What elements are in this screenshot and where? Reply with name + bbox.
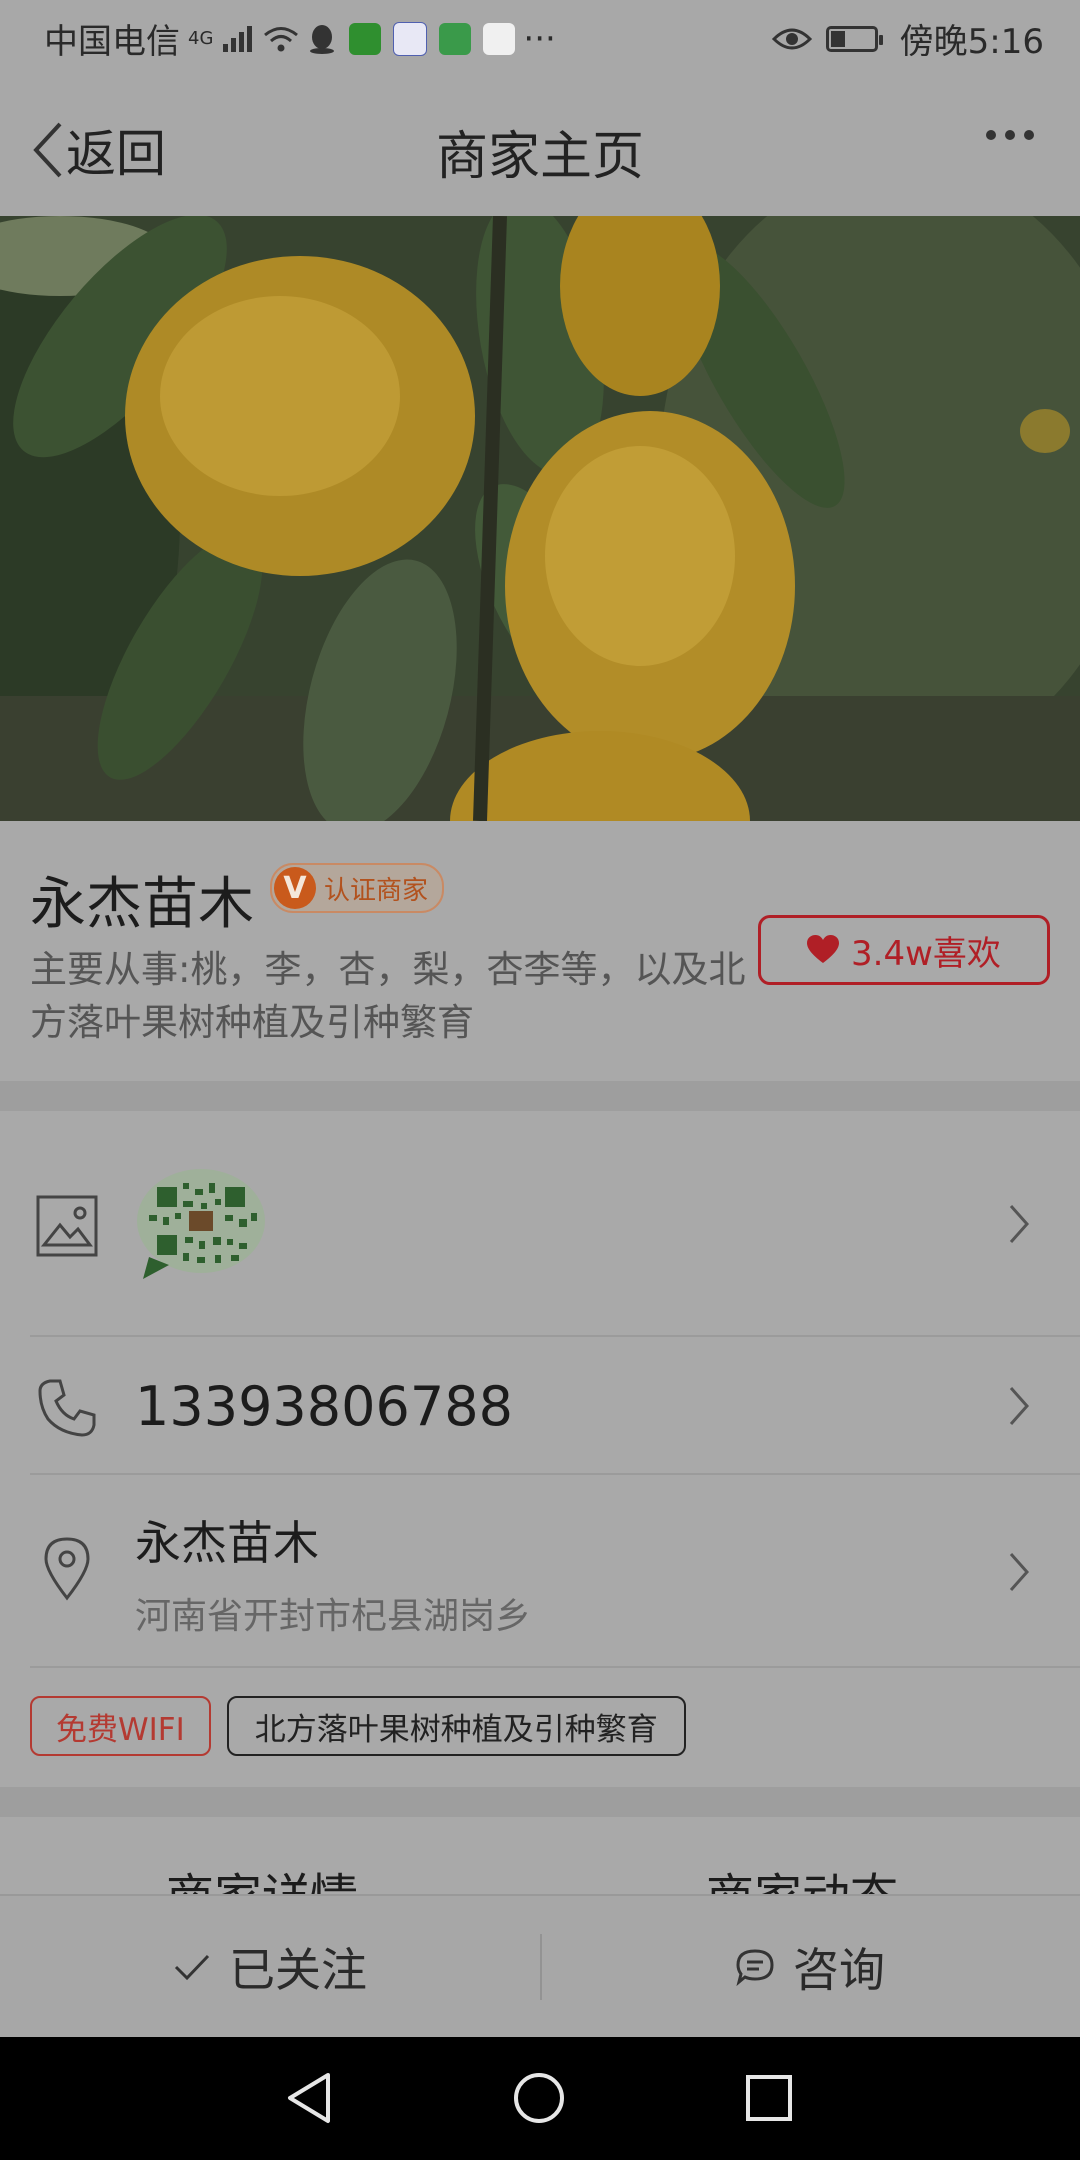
section-divider [0,1787,1080,1817]
consult-button[interactable]: 咨询 [540,1896,1080,2037]
phone-icon [38,1379,96,1437]
iqiyi-app-icon [349,22,382,55]
status-left: 中国电信 4G ··· [44,14,556,63]
qq-icon [310,24,335,54]
chevron-right-icon [1009,1205,1030,1243]
merchant-description: 主要从事:桃，李，杏，梨，杏李等，以及北方落叶果树种植及引种繁育 [30,948,746,1044]
location-pin-icon [44,1537,90,1601]
clock: 傍晚5:16 [899,22,1044,62]
section-divider [0,1081,1080,1111]
navigation-bar: 返回 商家主页 [0,74,1080,216]
fruit-photo [0,216,1080,821]
back-button[interactable]: 返回 [30,114,166,186]
address-text: 河南省开封市杞县湖岗乡 [135,1596,532,1637]
like-button[interactable]: 3.4w喜欢 [758,915,1050,985]
chevron-right-icon [1009,1553,1030,1591]
merchant-cover-image [0,216,1080,821]
qrcode-row[interactable] [0,1111,1080,1337]
status-right: 傍晚5:16 [771,14,1044,63]
verified-label: 认证商家 [324,875,429,906]
verified-icon: V [274,867,316,909]
battery-icon [825,25,883,52]
eye-icon [771,28,812,49]
youku-app-icon [483,22,516,55]
location-row[interactable]: 永杰苗木 河南省开封市杞县湖岗乡 [0,1475,1080,1668]
location-name: 永杰苗木 [135,1516,319,1570]
tab-merchant-updates[interactable]: 商家动态 [706,1857,898,1897]
verified-badge: V 认证商家 [270,863,445,913]
phone-number: 13393806788 [135,1375,513,1438]
back-triangle-icon[interactable] [284,2071,334,2125]
consult-label: 咨询 [793,1942,885,1997]
merchant-tabs: 商家详情 商家动态 [0,1817,1080,1897]
bottom-action-bar: 已关注 咨询 [0,1894,1080,2037]
baidu-app-icon [393,21,428,56]
wechat-qrcode[interactable] [135,1167,267,1283]
chat-bubble-icon [736,1948,774,1986]
merchant-tags: 免费WIFI 北方落叶果树种植及引种繁育 [30,1696,686,1756]
follow-label: 已关注 [229,1942,367,1997]
like-count: 3.4w喜欢 [851,933,1001,974]
phone-row[interactable]: 13393806788 [0,1337,1080,1475]
home-circle-icon[interactable] [512,2071,566,2125]
tag-free-wifi: 免费WIFI [30,1696,211,1756]
check-icon [174,1954,210,1980]
merchant-name: 永杰苗木 [30,872,254,937]
follow-button[interactable]: 已关注 [0,1896,540,2037]
more-notifications: ··· [523,18,556,59]
carrier-name: 中国电信 [44,22,180,62]
image-icon [36,1195,98,1257]
merchant-info-section: 永杰苗木 V 认证商家 主要从事:桃，李，杏，梨，杏李等，以及北方落叶果树种植及… [0,821,1080,1081]
heart-icon [807,935,840,963]
network-type: 4G [188,28,214,49]
contact-info-section: 13393806788 永杰苗木 河南省开封市杞县湖岗乡 免费WIFI 北方落叶… [0,1111,1080,1787]
more-dots-icon[interactable] [986,130,1034,140]
back-label: 返回 [66,125,166,183]
status-bar: 中国电信 4G ··· 傍晚5:16 [0,0,1080,74]
tag-business-scope: 北方落叶果树种植及引种繁育 [226,1696,686,1756]
wifi-icon [264,26,299,51]
tab-merchant-details[interactable]: 商家详情 [166,1857,358,1897]
recent-apps-square-icon[interactable] [744,2071,794,2125]
chevron-right-icon [1009,1387,1030,1425]
signal-icon [223,25,253,52]
chevron-left-icon [33,122,62,178]
row-divider [30,1666,1080,1668]
qutoutiao-app-icon [439,22,472,55]
system-navigation-bar [0,2037,1080,2160]
